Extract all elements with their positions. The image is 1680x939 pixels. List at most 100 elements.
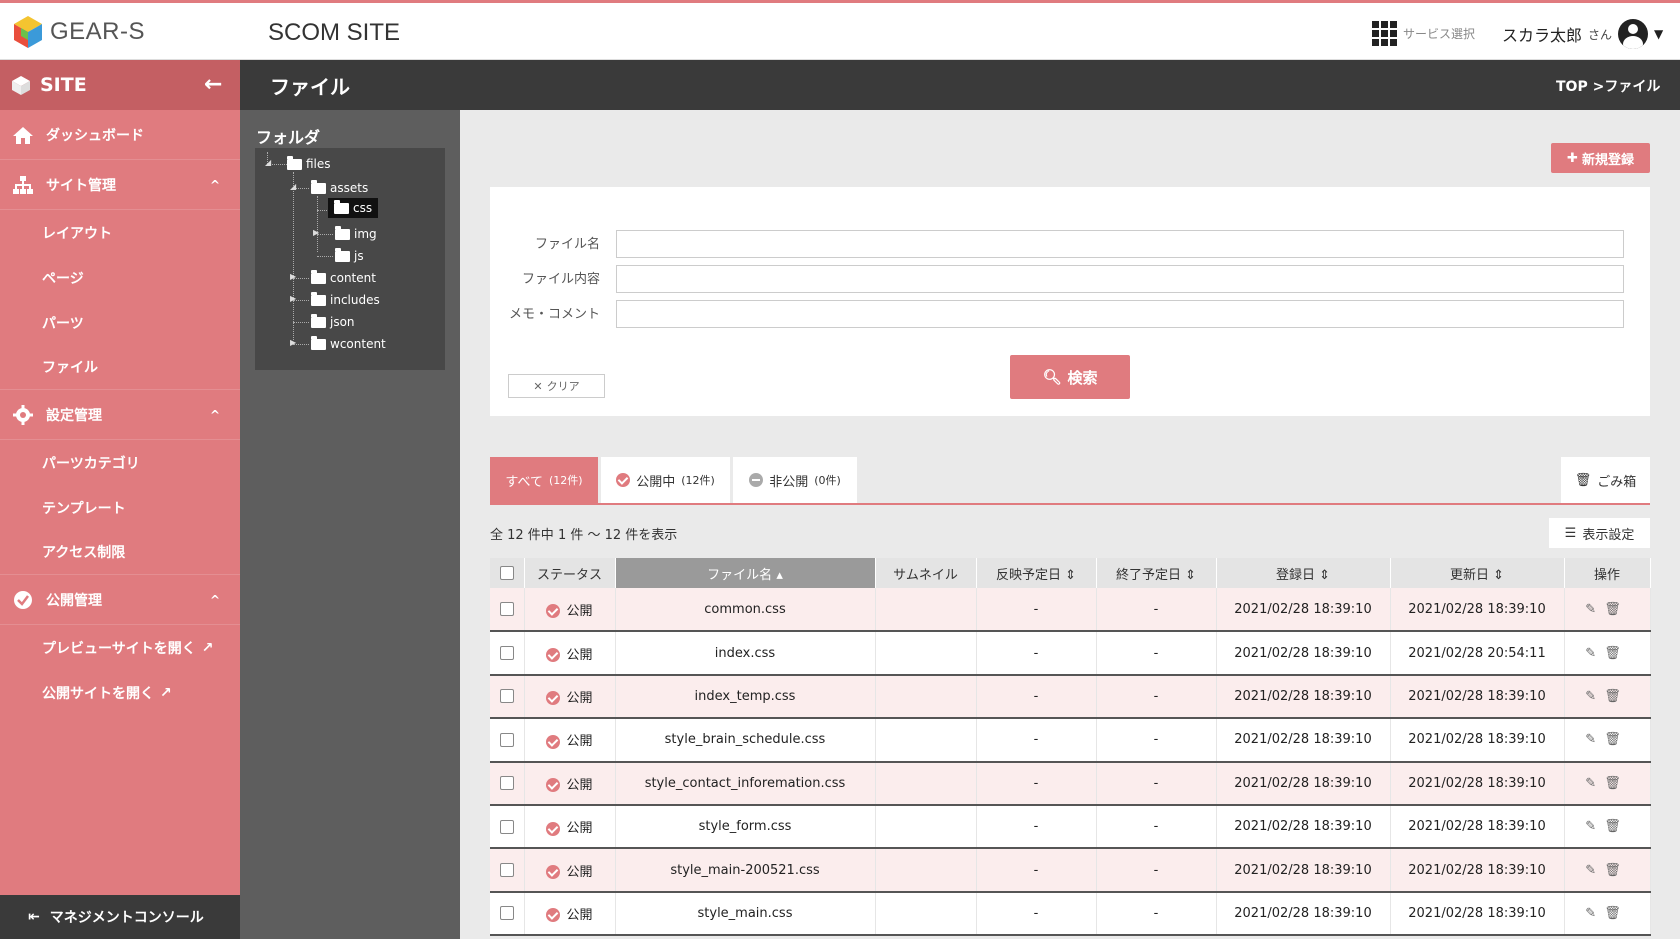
- col-created[interactable]: 登録日 ⇕: [1216, 558, 1391, 588]
- sidebar-item-layout[interactable]: レイアウト: [0, 210, 240, 255]
- col-start-date[interactable]: 反映予定日 ⇕: [976, 558, 1097, 588]
- tab-all[interactable]: すべて (12件): [490, 457, 598, 503]
- folder-icon: [334, 199, 349, 214]
- edit-icon[interactable]: ✎: [1585, 863, 1604, 878]
- filename-cell[interactable]: style_main-200521.css: [615, 848, 876, 893]
- tree-toggle-icon[interactable]: ◢: [290, 182, 296, 191]
- tree-node-assets[interactable]: assets: [311, 178, 368, 198]
- filename-cell[interactable]: common.css: [615, 588, 876, 633]
- filename-cell[interactable]: style_form.css: [615, 804, 876, 850]
- trash-icon[interactable]: 🗑︎: [1604, 646, 1629, 661]
- sidebar-item-parts-category[interactable]: パーツカテゴリ: [0, 440, 240, 485]
- trash-icon[interactable]: 🗑︎: [1604, 819, 1629, 834]
- col-end-date[interactable]: 終了予定日 ⇕: [1096, 558, 1217, 588]
- tree-toggle-icon[interactable]: ▶: [290, 272, 296, 281]
- filename-cell[interactable]: index_temp.css: [615, 674, 876, 720]
- tree-node-files[interactable]: files: [287, 154, 331, 174]
- tree-toggle-icon[interactable]: ▶: [313, 228, 319, 237]
- tab-label: 公開中: [636, 474, 676, 490]
- trash-icon[interactable]: 🗑︎: [1604, 689, 1629, 704]
- col-filename[interactable]: ファイル名 ▴: [615, 558, 876, 588]
- filename-cell[interactable]: style_contact_inforemation.css: [615, 761, 876, 806]
- filename-input[interactable]: [616, 230, 1624, 258]
- col-updated[interactable]: 更新日 ⇕: [1390, 558, 1565, 588]
- end-date-cell: -: [1096, 588, 1217, 633]
- management-console-button[interactable]: ⇤ マネジメントコンソール: [0, 895, 240, 939]
- sidebar-item-public-site[interactable]: 公開サイトを開く ↗: [0, 670, 240, 715]
- tree-node-content[interactable]: content: [311, 268, 376, 288]
- arrow-left-icon[interactable]: ←: [204, 72, 222, 97]
- edit-icon[interactable]: ✎: [1585, 602, 1604, 617]
- tree-node-includes[interactable]: includes: [311, 290, 380, 310]
- tree-node-img[interactable]: img: [335, 224, 377, 244]
- tree-node-js[interactable]: js: [335, 246, 364, 266]
- select-all-checkbox[interactable]: [499, 566, 514, 580]
- row-checkbox[interactable]: [499, 819, 514, 834]
- table-row[interactable]: 公開 common.css - -2021/02/28 18:39:10 2021/02…: [490, 588, 1651, 633]
- filename-cell[interactable]: style_main.css: [615, 891, 876, 937]
- trash-icon[interactable]: 🗑︎: [1604, 906, 1629, 921]
- trash-icon[interactable]: 🗑︎: [1604, 776, 1629, 791]
- row-checkbox[interactable]: [499, 646, 514, 661]
- table-row[interactable]: 公開 index_temp.css - -2021/02/28 18:39:10 202…: [490, 674, 1651, 720]
- tree-node-wcontent[interactable]: wcontent: [311, 334, 386, 354]
- row-checkbox[interactable]: [499, 776, 514, 791]
- sidebar-section-site[interactable]: サイト管理 ^: [0, 160, 240, 210]
- edit-icon[interactable]: ✎: [1585, 776, 1604, 791]
- sidebar-item-page[interactable]: ページ: [0, 255, 240, 300]
- search-button[interactable]: 🔍︎ 検索: [1010, 355, 1130, 399]
- tab-public[interactable]: 公開中 (12件): [601, 457, 730, 503]
- memo-input[interactable]: [616, 300, 1624, 328]
- new-register-button[interactable]: ✚ 新規登録: [1551, 143, 1650, 173]
- edit-icon[interactable]: ✎: [1585, 732, 1604, 747]
- edit-icon[interactable]: ✎: [1585, 819, 1604, 834]
- trash-icon[interactable]: 🗑︎: [1604, 863, 1629, 878]
- sidebar-item-preview-site[interactable]: プレビューサイトを開く ↗: [0, 625, 240, 670]
- sidebar-section-publish[interactable]: 公開管理 ^: [0, 575, 240, 625]
- service-select[interactable]: サービス選択: [1372, 21, 1475, 46]
- check-circle-icon: [546, 691, 561, 706]
- home-icon: [13, 126, 33, 144]
- breadcrumb[interactable]: TOP >ファイル: [1556, 76, 1660, 96]
- trash-icon[interactable]: 🗑︎: [1604, 602, 1629, 617]
- sidebar-section-settings[interactable]: 設定管理 ^: [0, 390, 240, 440]
- updated-cell: 2021/02/28 18:39:10: [1390, 804, 1565, 850]
- filecontent-input[interactable]: [616, 265, 1624, 293]
- display-settings-button[interactable]: ☰ 表示設定: [1549, 518, 1650, 548]
- tree-node-css[interactable]: css: [328, 198, 379, 218]
- table-row[interactable]: 公開 style_main-200521.css - -2021/02/28 18:3…: [490, 848, 1651, 893]
- trash-icon[interactable]: 🗑︎: [1604, 732, 1629, 747]
- table-row[interactable]: 公開 style_brain_schedule.css - -2021/02/28 1…: [490, 718, 1651, 763]
- filename-cell[interactable]: index.css: [615, 631, 876, 676]
- table-row[interactable]: 公開 style_contact_inforemation.css - -2021/0…: [490, 761, 1651, 806]
- sidebar-item-parts[interactable]: パーツ: [0, 300, 240, 345]
- row-checkbox[interactable]: [499, 602, 514, 617]
- edit-icon[interactable]: ✎: [1585, 689, 1604, 704]
- row-checkbox[interactable]: [499, 689, 514, 704]
- edit-icon[interactable]: ✎: [1585, 646, 1604, 661]
- tree-node-json[interactable]: json: [311, 312, 355, 332]
- sidebar-item-file[interactable]: ファイル: [0, 345, 240, 390]
- trash-button[interactable]: 🗑︎ ごみ箱: [1561, 457, 1650, 503]
- tree-toggle-icon[interactable]: ▶: [290, 294, 296, 303]
- table-row[interactable]: 公開 index.css - -2021/02/28 18:39:10 2021/02/…: [490, 631, 1651, 676]
- sidebar-item-access-limit[interactable]: アクセス制限: [0, 530, 240, 575]
- edit-icon[interactable]: ✎: [1585, 906, 1604, 921]
- folder-icon: [311, 179, 326, 194]
- table-row[interactable]: 公開 style_form.css - -2021/02/28 18:39:10 202…: [490, 804, 1651, 850]
- filename-cell[interactable]: style_brain_schedule.css: [615, 718, 876, 763]
- row-checkbox[interactable]: [499, 863, 514, 878]
- logo[interactable]: GEAR-S: [12, 15, 145, 49]
- tree-toggle-icon[interactable]: ◢: [265, 158, 271, 167]
- tab-private[interactable]: 非公開 (0件): [733, 457, 857, 503]
- clear-button[interactable]: ✕ クリア: [508, 374, 605, 398]
- tree-toggle-icon[interactable]: ▶: [290, 338, 296, 347]
- filename-label: ファイル名: [534, 237, 600, 252]
- row-checkbox[interactable]: [499, 906, 514, 921]
- user-menu[interactable]: スカラ太郎 さん ▼: [1502, 19, 1663, 49]
- row-checkbox[interactable]: [499, 732, 514, 747]
- table-row[interactable]: 公開 style_main.css - -2021/02/28 18:39:10 202…: [490, 891, 1651, 937]
- sidebar-item-template[interactable]: テンプレート: [0, 485, 240, 530]
- sidebar-item-dashboard[interactable]: ダッシュボード: [0, 110, 240, 160]
- col-label: 終了予定日: [1115, 567, 1181, 583]
